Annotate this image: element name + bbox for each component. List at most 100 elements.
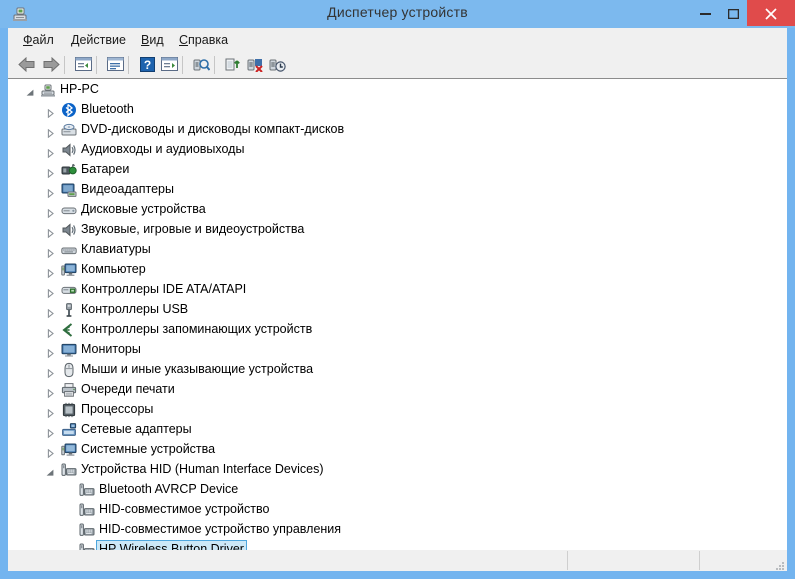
- toolbar: ?: [8, 52, 787, 79]
- status-pane-2: [568, 551, 700, 570]
- tree-item[interactable]: Bluetooth: [8, 99, 787, 119]
- tree-item[interactable]: Контроллеры запоминающих устройств: [8, 319, 787, 339]
- view-devices-by-type-button[interactable]: [158, 55, 180, 76]
- dvd-drive-icon: [61, 122, 77, 138]
- tree-expand-triangle-icon[interactable]: [46, 285, 55, 294]
- tree-item-label: Устройства HID (Human Interface Devices): [78, 461, 327, 477]
- tree-expand-triangle-icon[interactable]: [46, 265, 55, 274]
- tree-item[interactable]: Процессоры: [8, 399, 787, 419]
- tree-item[interactable]: HID-совместимое устройство управления: [8, 519, 787, 539]
- tree-item[interactable]: Видеоадаптеры: [8, 179, 787, 199]
- tree-item[interactable]: Сетевые адаптеры: [8, 419, 787, 439]
- tree-item[interactable]: Звуковые, игровые и видеоустройства: [8, 219, 787, 239]
- tree-expand-triangle-icon[interactable]: [46, 225, 55, 234]
- tree-item[interactable]: Аудиовходы и аудиовыходы: [8, 139, 787, 159]
- update-driver-button[interactable]: [222, 55, 244, 76]
- tree-item-label: Сетевые адаптеры: [78, 421, 195, 437]
- properties-button[interactable]: [104, 55, 126, 76]
- menu-action[interactable]: Действие: [66, 31, 131, 49]
- tree-expand-triangle-icon[interactable]: [46, 385, 55, 394]
- tree-item[interactable]: Клавиатуры: [8, 239, 787, 259]
- tree-expand-triangle-icon[interactable]: [46, 345, 55, 354]
- processor-icon: [61, 402, 77, 418]
- tree-item[interactable]: Контроллеры USB: [8, 299, 787, 319]
- tree-expand-triangle-icon[interactable]: [46, 105, 55, 114]
- tree-item[interactable]: HID-совместимое устройство: [8, 499, 787, 519]
- monitor-icon: [61, 342, 77, 358]
- speaker-icon: [61, 142, 77, 158]
- tree-item[interactable]: Батареи: [8, 159, 787, 179]
- tree-item-label: Аудиовходы и аудиовыходы: [78, 141, 247, 157]
- client-area: Файл Действие Вид Справка: [8, 28, 787, 571]
- tree-item-label: Дисковые устройства: [78, 201, 209, 217]
- tree-item-label: HP Wireless Button Driver: [96, 540, 247, 550]
- toolbar-separator: [128, 56, 129, 74]
- hid-icon: [79, 482, 95, 498]
- usb-icon: [61, 302, 77, 318]
- resize-grip-icon[interactable]: [773, 558, 785, 570]
- tree-expand-triangle-icon[interactable]: [46, 205, 55, 214]
- tree-item[interactable]: HP Wireless Button Driver: [8, 539, 787, 550]
- maximize-button[interactable]: [719, 0, 747, 26]
- tree-item[interactable]: DVD-дисководы и дисководы компакт-дисков: [8, 119, 787, 139]
- tree-collapse-triangle-icon[interactable]: [46, 465, 55, 474]
- menu-help[interactable]: Справка: [174, 31, 233, 49]
- tree-expand-triangle-icon[interactable]: [46, 125, 55, 134]
- toolbar-separator: [182, 56, 183, 74]
- computer-icon: [40, 82, 56, 98]
- scan-hardware-changes-button[interactable]: [190, 55, 212, 76]
- toolbar-separator: [64, 56, 65, 74]
- computer-monitor-icon: [61, 262, 77, 278]
- menu-file[interactable]: Файл: [18, 31, 59, 49]
- tree-item-label: Контроллеры запоминающих устройств: [78, 321, 315, 337]
- window-title: Диспетчер устройств: [0, 4, 795, 20]
- tree-item[interactable]: Системные устройства: [8, 439, 787, 459]
- hid-icon: [79, 542, 95, 550]
- title-bar[interactable]: Диспетчер устройств: [0, 0, 795, 28]
- hid-icon: [79, 522, 95, 538]
- tree-item[interactable]: HP-PC: [8, 79, 787, 99]
- menu-view[interactable]: Вид: [136, 31, 169, 49]
- tree-item[interactable]: Устройства HID (Human Interface Devices): [8, 459, 787, 479]
- status-pane-1: [8, 551, 568, 570]
- tree-collapse-triangle-icon[interactable]: [26, 85, 35, 94]
- tree-item[interactable]: Дисковые устройства: [8, 199, 787, 219]
- help-button[interactable]: ?: [136, 55, 158, 76]
- show-hidden-devices-button[interactable]: [72, 55, 94, 76]
- close-button[interactable]: [747, 0, 795, 26]
- tree-item[interactable]: Bluetooth AVRCP Device: [8, 479, 787, 499]
- tree-expand-triangle-icon[interactable]: [46, 305, 55, 314]
- tree-item-label: Батареи: [78, 161, 132, 177]
- display-adapter-icon: [61, 182, 77, 198]
- keyboard-icon: [61, 242, 77, 258]
- speaker-icon: [61, 222, 77, 238]
- minimize-button[interactable]: [691, 0, 719, 26]
- device-manager-window: Диспетчер устройств Файл Действие Вид Сп…: [0, 0, 795, 579]
- tree-expand-triangle-icon[interactable]: [46, 405, 55, 414]
- tree-expand-triangle-icon[interactable]: [46, 365, 55, 374]
- hid-icon: [79, 502, 95, 518]
- tree-expand-triangle-icon[interactable]: [46, 145, 55, 154]
- tree-expand-triangle-icon[interactable]: [46, 425, 55, 434]
- tree-expand-triangle-icon[interactable]: [46, 445, 55, 454]
- tree-item-label: Bluetooth AVRCP Device: [96, 481, 241, 497]
- forward-button[interactable]: [40, 55, 62, 76]
- hid-icon: [61, 462, 77, 478]
- back-button[interactable]: [16, 55, 38, 76]
- disable-device-button[interactable]: [266, 55, 288, 76]
- tree-item[interactable]: Компьютер: [8, 259, 787, 279]
- tree-expand-triangle-icon[interactable]: [46, 245, 55, 254]
- tree-expand-triangle-icon[interactable]: [46, 165, 55, 174]
- device-tree[interactable]: HP-PCBluetoothDVD-дисководы и дисководы …: [8, 78, 787, 550]
- tree-item-label: Видеоадаптеры: [78, 181, 177, 197]
- toolbar-separator: [96, 56, 97, 74]
- tree-item[interactable]: Очереди печати: [8, 379, 787, 399]
- tree-item[interactable]: Мониторы: [8, 339, 787, 359]
- tree-expand-triangle-icon[interactable]: [46, 325, 55, 334]
- tree-item-label: Процессоры: [78, 401, 156, 417]
- tree-no-children-spacer: [66, 525, 75, 534]
- tree-item[interactable]: Контроллеры IDE ATA/ATAPI: [8, 279, 787, 299]
- uninstall-device-button[interactable]: [244, 55, 266, 76]
- tree-item[interactable]: Мыши и иные указывающие устройства: [8, 359, 787, 379]
- tree-expand-triangle-icon[interactable]: [46, 185, 55, 194]
